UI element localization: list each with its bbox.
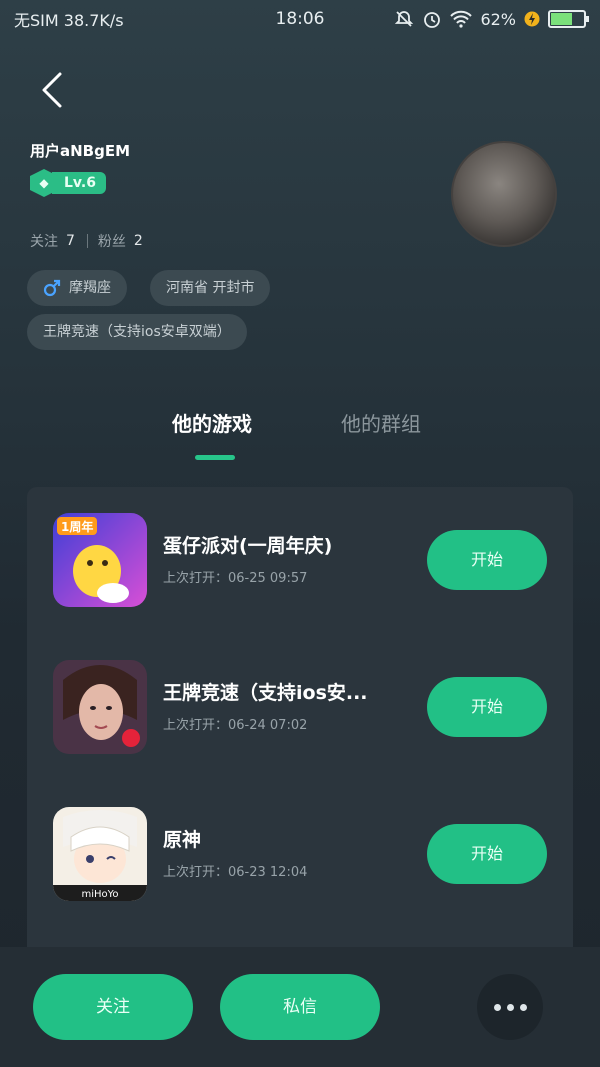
follow-button[interactable]: 关注: [33, 974, 193, 1040]
zodiac-text: 摩羯座: [69, 280, 111, 296]
more-dots-icon: [493, 1003, 501, 1011]
tab-his-games[interactable]: 他的游戏: [172, 408, 252, 437]
list-item[interactable]: 王牌竞速（支持ios安... 上次打开：06-24 07:02 开始: [27, 660, 573, 756]
more-button[interactable]: [477, 974, 543, 1040]
bottom-action-bar: 关注 私信: [0, 947, 600, 1067]
game-icon-text: miHoYo: [81, 889, 118, 900]
game-chip: 王牌竞速（支持ios安卓双端）: [27, 314, 247, 350]
start-button[interactable]: 开始: [427, 530, 547, 590]
battery-icon: [548, 10, 589, 28]
start-button[interactable]: 开始: [427, 677, 547, 737]
game-last-open: 上次打开：06-24 07:02: [163, 718, 308, 733]
list-item[interactable]: 1周年 蛋仔派对(一周年庆) 上次打开：06-25 09:57 开始: [27, 513, 573, 609]
avatar[interactable]: [451, 141, 557, 247]
level-badge: ◆ Lv.6: [30, 169, 110, 197]
game-chip-text: 王牌竞速（支持ios安卓双端）: [43, 324, 231, 340]
game-icon-eggy-party: 1周年: [53, 513, 147, 607]
back-button[interactable]: [38, 70, 78, 110]
level-label: Lv.6: [52, 172, 106, 194]
following-count[interactable]: 7: [66, 233, 75, 249]
location-text: 河南省 开封市: [166, 280, 255, 296]
status-bar: 无SIM 38.7K/s 18:06 62%: [0, 0, 600, 38]
clock: 18:06: [275, 9, 325, 29]
game-name: 原神: [163, 829, 202, 851]
message-button[interactable]: 私信: [220, 974, 380, 1040]
divider: [86, 234, 88, 248]
game-name: 王牌竞速（支持ios安...: [163, 682, 368, 704]
tab-bar: 他的游戏 他的群组: [0, 408, 600, 468]
game-icon-text: 1周年: [61, 519, 93, 534]
chevron-left-icon: [42, 72, 62, 108]
game-icon-genshin: miHoYo: [53, 807, 147, 901]
tab-his-groups[interactable]: 他的群组: [341, 408, 421, 437]
location-chip: 河南省 开封市: [150, 270, 271, 306]
game-icon-ace-racer: [53, 660, 147, 754]
list-item[interactable]: miHoYo 原神 上次打开：06-23 12:04 开始: [27, 807, 573, 903]
start-button[interactable]: 开始: [427, 824, 547, 884]
game-last-open: 上次打开：06-25 09:57: [163, 571, 308, 586]
tab-indicator: [195, 455, 235, 460]
game-last-open: 上次打开：06-23 12:04: [163, 865, 308, 880]
fans-count[interactable]: 2: [134, 233, 143, 249]
game-name: 蛋仔派对(一周年庆): [163, 535, 333, 557]
zodiac-chip: 摩羯座: [27, 270, 127, 306]
male-icon: [43, 279, 61, 297]
games-list: 1周年 蛋仔派对(一周年庆) 上次打开：06-25 09:57 开始 王牌竞速（…: [27, 487, 573, 987]
username: 用户aNBgEM: [30, 142, 131, 160]
following-label: 关注: [30, 234, 58, 250]
follow-stats: 关注 7 粉丝 2: [30, 231, 151, 251]
fans-label: 粉丝: [97, 234, 126, 250]
